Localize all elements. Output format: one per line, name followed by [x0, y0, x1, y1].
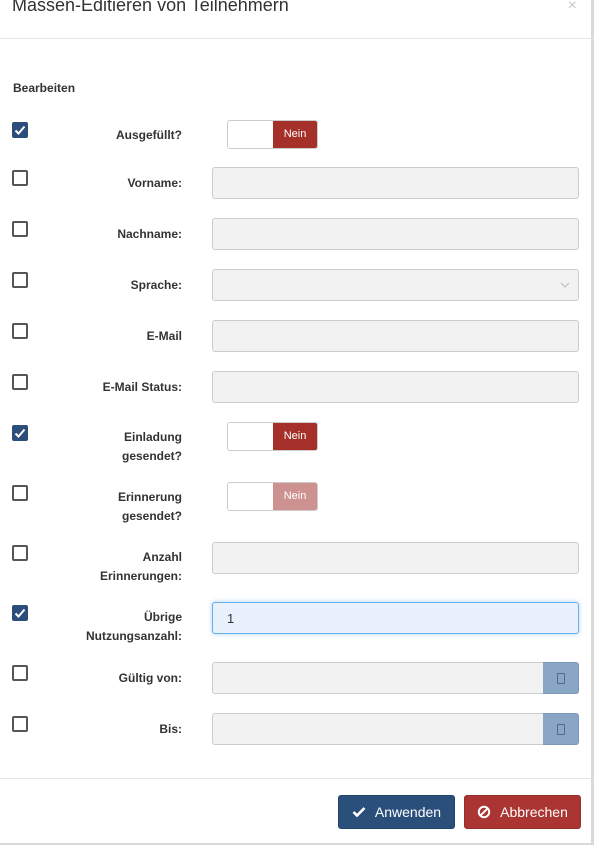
- checkbox-sprache[interactable]: [12, 272, 28, 288]
- email-status-input[interactable]: [212, 371, 579, 403]
- label-bis: Bis:: [159, 722, 182, 736]
- check-icon: [352, 807, 366, 818]
- checkmark-icon: [14, 125, 26, 135]
- toggle-erinnerung[interactable]: Nein: [227, 482, 318, 511]
- close-icon[interactable]: ×: [568, 0, 577, 15]
- checkbox-bis[interactable]: [12, 716, 28, 732]
- modal-title: Massen-Editieren von Teilnehmern: [12, 0, 289, 15]
- checkbox-erinnerung[interactable]: [12, 485, 28, 501]
- toggle-knob: [228, 483, 273, 510]
- toggle-state-label: Nein: [273, 121, 317, 148]
- email-input[interactable]: [212, 320, 579, 352]
- label-anzahl-line1: Anzahl: [142, 550, 182, 564]
- toggle-state-label: Nein: [273, 483, 317, 510]
- gueltig-von-calendar-button[interactable]: [543, 662, 579, 694]
- label-erinnerung: Erinnerung gesendet?: [118, 488, 182, 526]
- mass-edit-modal: Massen-Editieren von Teilnehmern × Bearb…: [0, 0, 594, 845]
- label-anzahl-line2: Erinnerungen:: [99, 569, 182, 583]
- checkbox-nachname[interactable]: [12, 221, 28, 237]
- cancel-button[interactable]: Abbrechen: [464, 795, 581, 829]
- label-uebrige-line2: Nutzungsanzahl:: [86, 629, 182, 643]
- label-nachname: Nachname:: [117, 227, 182, 241]
- label-anzahl-erinnerungen: Anzahl Erinnerungen:: [100, 548, 182, 586]
- uebrige-nutzungsanzahl-input[interactable]: 1: [212, 602, 579, 634]
- checkbox-ausgefuellt[interactable]: [12, 122, 28, 138]
- anzahl-erinnerungen-input[interactable]: [212, 542, 579, 574]
- checkbox-einladung[interactable]: [12, 425, 28, 441]
- label-uebrige-line1: Übrige: [143, 610, 182, 624]
- label-gueltig-von: Gültig von:: [118, 671, 182, 685]
- checkbox-email[interactable]: [12, 323, 28, 339]
- checkmark-icon: [14, 608, 26, 618]
- apply-button[interactable]: Anwenden: [338, 795, 455, 829]
- label-einladung: Einladung gesendet?: [122, 428, 182, 466]
- section-label: Bearbeiten: [13, 81, 76, 95]
- toggle-einladung[interactable]: Nein: [227, 422, 318, 451]
- gueltig-von-input[interactable]: [212, 662, 544, 694]
- footer-divider: [0, 778, 594, 779]
- checkbox-uebrige-nutzungsanzahl[interactable]: [12, 605, 28, 621]
- header-divider: [0, 38, 594, 39]
- label-einladung-line2: gesendet?: [121, 449, 182, 463]
- bis-input[interactable]: [212, 713, 544, 745]
- apply-button-label: Anwenden: [374, 804, 442, 820]
- calendar-icon: [557, 673, 565, 684]
- sprache-select[interactable]: [212, 269, 579, 301]
- vorname-input[interactable]: [212, 167, 579, 199]
- label-uebrige-nutzungsanzahl: Übrige Nutzungsanzahl:: [86, 608, 182, 646]
- label-vorname: Vorname:: [127, 176, 182, 190]
- label-ausgefuellt: Ausgefüllt?: [116, 128, 182, 142]
- chevron-down-icon: [560, 282, 570, 288]
- nachname-input[interactable]: [212, 218, 579, 250]
- toggle-knob: [228, 121, 273, 148]
- checkbox-gueltig-von[interactable]: [12, 665, 28, 681]
- toggle-ausgefuellt[interactable]: Nein: [227, 120, 318, 149]
- label-einladung-line1: Einladung: [124, 430, 182, 444]
- label-email: E-Mail: [146, 329, 182, 343]
- label-sprache: Sprache:: [130, 278, 182, 292]
- ban-icon: [477, 805, 491, 819]
- label-erinnerung-line1: Erinnerung: [117, 490, 182, 504]
- checkbox-anzahl-erinnerungen[interactable]: [12, 545, 28, 561]
- label-erinnerung-line2: gesendet?: [121, 509, 182, 523]
- label-email-status: E-Mail Status:: [102, 380, 182, 394]
- checkmark-icon: [14, 428, 26, 438]
- toggle-state-label: Nein: [273, 423, 317, 450]
- toggle-knob: [228, 423, 273, 450]
- calendar-icon: [557, 724, 565, 735]
- cancel-button-label: Abbrechen: [500, 804, 568, 820]
- checkbox-vorname[interactable]: [12, 170, 28, 186]
- checkbox-email-status[interactable]: [12, 374, 28, 390]
- bis-calendar-button[interactable]: [543, 713, 579, 745]
